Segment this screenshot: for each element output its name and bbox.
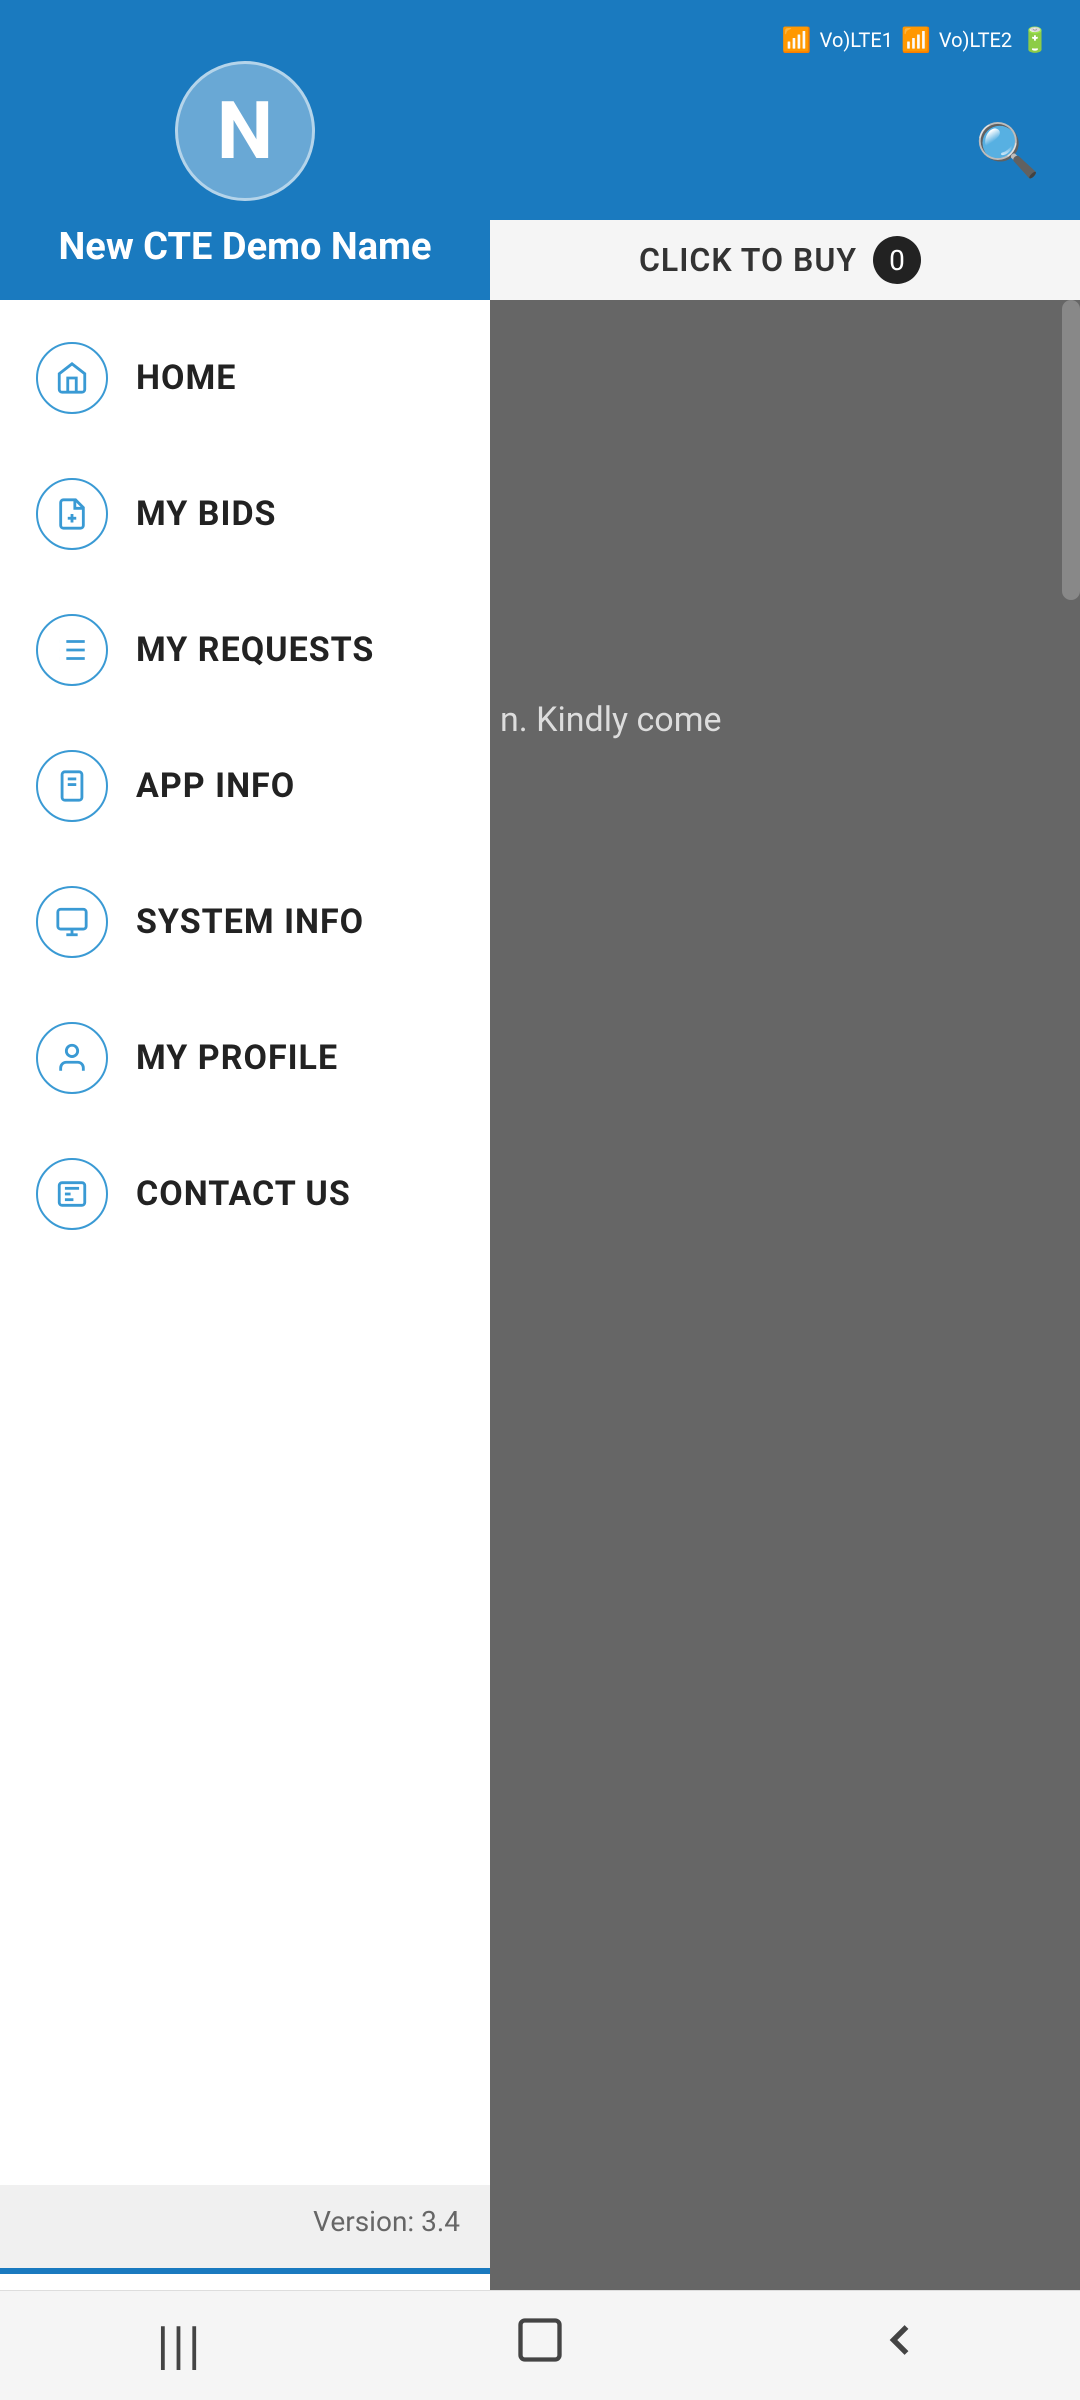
right-header: 🔍 bbox=[480, 80, 1080, 220]
my-requests-label: MY REQUESTS bbox=[136, 630, 374, 670]
version-text: Version: 3.4 bbox=[0, 2205, 490, 2238]
lte1-label: Vo)LTE1 bbox=[820, 28, 893, 52]
search-icon[interactable]: 🔍 bbox=[975, 120, 1040, 181]
app-info-icon bbox=[36, 750, 108, 822]
navigation-bar: ||| bbox=[0, 2290, 1080, 2400]
system-info-icon bbox=[36, 886, 108, 958]
battery-icon: 🔋 bbox=[1020, 26, 1050, 54]
nav-home-button[interactable] bbox=[490, 2311, 590, 2381]
back-icon bbox=[874, 2314, 926, 2378]
sidebar-item-my-bids[interactable]: MY BIDS bbox=[0, 446, 490, 582]
system-info-label: SYSTEM INFO bbox=[136, 902, 364, 942]
sidebar-item-my-requests[interactable]: MY REQUESTS bbox=[0, 582, 490, 718]
lte2-label: Vo)LTE2 bbox=[939, 28, 1012, 52]
bids-icon bbox=[36, 478, 108, 550]
sidebar-item-contact-us[interactable]: CONTACT US bbox=[0, 1126, 490, 1262]
sidebar-item-home[interactable]: HOME bbox=[0, 310, 490, 446]
scrollbar[interactable] bbox=[1062, 300, 1080, 600]
my-profile-icon bbox=[36, 1022, 108, 1094]
buy-count-badge: 0 bbox=[873, 236, 921, 284]
contact-us-label: CONTACT US bbox=[136, 1174, 351, 1214]
drawer-sidebar: N New CTE Demo Name HOME bbox=[0, 0, 490, 2400]
buy-count-value: 0 bbox=[889, 244, 905, 277]
sidebar-item-system-info[interactable]: SYSTEM INFO bbox=[0, 854, 490, 990]
drawer-header: N New CTE Demo Name bbox=[0, 0, 490, 300]
menu-list: HOME MY BIDS bbox=[0, 300, 490, 2185]
home-icon bbox=[36, 342, 108, 414]
avatar: N bbox=[175, 61, 315, 201]
click-to-buy-bar[interactable]: CLICK TO BUY 0 bbox=[480, 220, 1080, 300]
drawer-username: New CTE Demo Name bbox=[59, 225, 432, 269]
app-info-label: APP INFO bbox=[136, 766, 295, 806]
drawer-footer: Version: 3.4 bbox=[0, 2185, 490, 2268]
requests-icon bbox=[36, 614, 108, 686]
kindly-text-content: n. Kindly come bbox=[500, 700, 722, 740]
nav-menu-button[interactable]: ||| bbox=[130, 2311, 230, 2381]
my-bids-label: MY BIDS bbox=[136, 494, 276, 534]
signal-icon-2: 📶 bbox=[901, 26, 931, 54]
click-to-buy-label: CLICK TO BUY bbox=[639, 241, 857, 279]
sidebar-item-my-profile[interactable]: MY PROFILE bbox=[0, 990, 490, 1126]
home-label: HOME bbox=[136, 358, 236, 398]
signal-icons: 📶 bbox=[782, 26, 812, 54]
sidebar-item-app-info[interactable]: APP INFO bbox=[0, 718, 490, 854]
contact-us-icon bbox=[36, 1158, 108, 1230]
my-profile-label: MY PROFILE bbox=[136, 1038, 338, 1078]
square-icon bbox=[514, 2314, 566, 2378]
avatar-letter: N bbox=[217, 84, 273, 178]
status-right-icons: 📶 Vo)LTE1 📶 Vo)LTE2 🔋 bbox=[782, 26, 1050, 54]
kindly-text: n. Kindly come bbox=[480, 680, 1070, 760]
hamburger-icon: ||| bbox=[156, 2315, 203, 2376]
nav-back-button[interactable] bbox=[850, 2311, 950, 2381]
right-content-area bbox=[480, 300, 1080, 2200]
